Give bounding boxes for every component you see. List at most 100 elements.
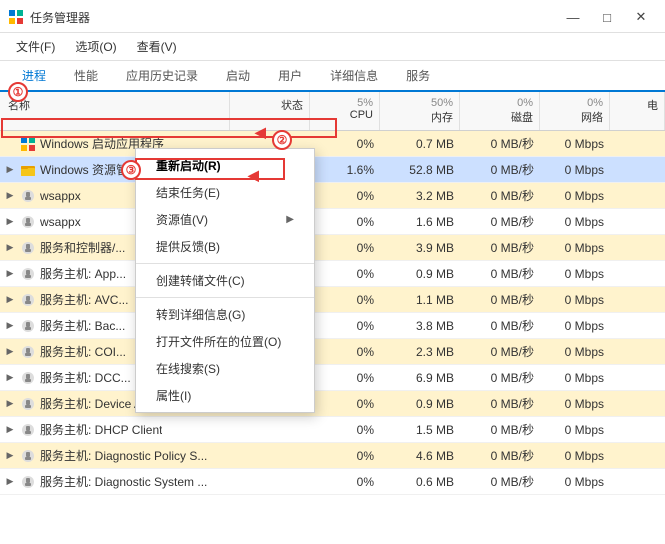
tab-app-history[interactable]: 应用历史记录 (112, 61, 212, 92)
context-menu-item[interactable]: 重新启动(R) (136, 152, 314, 179)
table-row[interactable]: ▶ 服务和控制器/... 0% 3.9 MB 0 MB/秒 0 Mbps (0, 235, 665, 261)
context-menu-label: 打开文件所在的位置(O) (156, 333, 281, 350)
context-menu-label: 资源值(V) (156, 211, 208, 228)
network-cell: 0 Mbps (540, 133, 610, 155)
network-cell: 0 Mbps (540, 341, 610, 363)
maximize-button[interactable]: □ (591, 6, 623, 28)
disk-cell: 0 MB/秒 (460, 391, 540, 416)
expand-arrow[interactable]: ▶ (4, 372, 16, 384)
expand-arrow[interactable]: ▶ (4, 424, 16, 436)
process-name: wsappx (40, 189, 81, 203)
table-row[interactable]: ▶ 服务主机: DCC... 0% 6.9 MB 0 MB/秒 0 Mbps (0, 365, 665, 391)
expand-arrow[interactable]: ▶ (4, 268, 16, 280)
cpu-cell: 1.6% (310, 159, 380, 181)
col-disk[interactable]: 0% 磁盘 (460, 92, 540, 130)
row-icon (20, 292, 36, 308)
process-name: wsappx (40, 215, 81, 229)
menu-file[interactable]: 文件(F) (8, 35, 63, 58)
col-memory[interactable]: 50% 内存 (380, 92, 460, 130)
table-row[interactable]: ▶ 服务主机: Diagnostic Policy S... 0% 4.6 MB… (0, 443, 665, 469)
network-cell: 0 Mbps (540, 211, 610, 233)
context-menu-item[interactable]: 结束任务(E) (136, 179, 314, 206)
cpu-cell: 0% (310, 185, 380, 207)
memory-cell: 0.6 MB (380, 471, 460, 493)
cpu-cell: 0% (310, 211, 380, 233)
process-name: 服务主机: DHCP Client (40, 421, 162, 438)
expand-arrow[interactable]: ▶ (4, 476, 16, 488)
tab-processes[interactable]: 进程 (8, 61, 60, 92)
power-cell (610, 452, 665, 460)
network-cell: 0 Mbps (540, 159, 610, 181)
expand-arrow[interactable]: ▶ (4, 164, 16, 176)
table-body[interactable]: Windows 启动应用程序 0% 0.7 MB 0 MB/秒 0 Mbps ▶… (0, 131, 665, 544)
context-menu-item[interactable]: 创建转储文件(C) (136, 267, 314, 294)
table-row[interactable]: ▶ 服务主机: Diagnostic System ... 0% 0.6 MB … (0, 469, 665, 495)
power-cell (610, 244, 665, 252)
col-power[interactable]: 电 (610, 92, 665, 130)
cpu-cell: 0% (310, 419, 380, 441)
name-cell: ▶ 服务主机: DHCP Client (0, 417, 230, 442)
expand-arrow[interactable]: ▶ (4, 398, 16, 410)
cpu-cell: 0% (310, 471, 380, 493)
table-row[interactable]: ▶ 服务主机: AVC... 0% 1.1 MB 0 MB/秒 0 Mbps (0, 287, 665, 313)
expand-arrow[interactable]: ▶ (4, 242, 16, 254)
table-row[interactable]: ▶ Windows 资源管理器 1.6% 52.8 MB 0 MB/秒 0 Mb… (0, 157, 665, 183)
menu-view[interactable]: 查看(V) (129, 35, 185, 58)
expand-arrow[interactable]: ▶ (4, 320, 16, 332)
memory-cell: 6.9 MB (380, 367, 460, 389)
process-name: 服务主机: Bac... (40, 317, 125, 334)
tab-performance[interactable]: 性能 (60, 61, 112, 92)
context-menu-item[interactable]: 在线搜索(S) (136, 355, 314, 382)
cpu-cell: 0% (310, 289, 380, 311)
expand-arrow[interactable]: ▶ (4, 294, 16, 306)
disk-cell: 0 MB/秒 (460, 287, 540, 312)
memory-cell: 3.2 MB (380, 185, 460, 207)
disk-cell: 0 MB/秒 (460, 235, 540, 260)
network-cell: 0 Mbps (540, 237, 610, 259)
table-row[interactable]: ▶ wsappx 0% 3.2 MB 0 MB/秒 0 Mbps (0, 183, 665, 209)
memory-cell: 0.9 MB (380, 263, 460, 285)
table-row[interactable]: ▶ 服务主机: Bac... 0% 3.8 MB 0 MB/秒 0 Mbps (0, 313, 665, 339)
menu-options[interactable]: 选项(O) (67, 35, 124, 58)
row-icon (20, 266, 36, 282)
context-menu-item[interactable]: 转到详细信息(G) (136, 301, 314, 328)
expand-arrow[interactable]: ▶ (4, 216, 16, 228)
tab-details[interactable]: 详细信息 (316, 61, 392, 92)
table-row[interactable]: ▶ 服务主机: Device Association ... 0% 0.9 MB… (0, 391, 665, 417)
tab-startup[interactable]: 启动 (212, 61, 264, 92)
expand-arrow[interactable]: ▶ (4, 450, 16, 462)
memory-cell: 3.9 MB (380, 237, 460, 259)
context-menu-item[interactable]: 打开文件所在的位置(O) (136, 328, 314, 355)
power-cell (610, 218, 665, 226)
memory-cell: 52.8 MB (380, 159, 460, 181)
tab-users[interactable]: 用户 (264, 61, 316, 92)
table-row[interactable]: ▶ 服务主机: DHCP Client 0% 1.5 MB 0 MB/秒 0 M… (0, 417, 665, 443)
context-menu-item[interactable]: 属性(I) (136, 382, 314, 409)
col-name[interactable]: 名称 (0, 92, 230, 130)
expand-arrow[interactable]: ▶ (4, 346, 16, 358)
cpu-cell: 0% (310, 445, 380, 467)
expand-arrow[interactable]: ▶ (4, 190, 16, 202)
close-button[interactable]: ✕ (625, 6, 657, 28)
table-row[interactable]: Windows 启动应用程序 0% 0.7 MB 0 MB/秒 0 Mbps (0, 131, 665, 157)
context-menu-item[interactable]: 资源值(V) ▶ (136, 206, 314, 233)
context-menu-item[interactable]: 提供反馈(B) (136, 233, 314, 260)
process-name: 服务主机: App... (40, 265, 126, 282)
row-icon (20, 396, 36, 412)
col-network[interactable]: 0% 网络 (540, 92, 610, 130)
disk-cell: 0 MB/秒 (460, 469, 540, 494)
tab-services[interactable]: 服务 (392, 61, 444, 92)
col-cpu[interactable]: 5% CPU (310, 92, 380, 130)
col-status[interactable]: 状态 (230, 92, 310, 130)
disk-cell: 0 MB/秒 (460, 443, 540, 468)
table-row[interactable]: ▶ 服务主机: App... 0% 0.9 MB 0 MB/秒 0 Mbps (0, 261, 665, 287)
network-cell: 0 Mbps (540, 315, 610, 337)
network-cell: 0 Mbps (540, 263, 610, 285)
table-row[interactable]: ▶ wsappx 0% 1.6 MB 0 MB/秒 0 Mbps (0, 209, 665, 235)
submenu-arrow: ▶ (286, 214, 294, 225)
context-menu-label: 重新启动(R) (156, 157, 221, 174)
minimize-button[interactable]: — (557, 6, 589, 28)
table-row[interactable]: ▶ 服务主机: COI... 0% 2.3 MB 0 MB/秒 0 Mbps (0, 339, 665, 365)
power-cell (610, 426, 665, 434)
context-menu-label: 创建转储文件(C) (156, 272, 245, 289)
